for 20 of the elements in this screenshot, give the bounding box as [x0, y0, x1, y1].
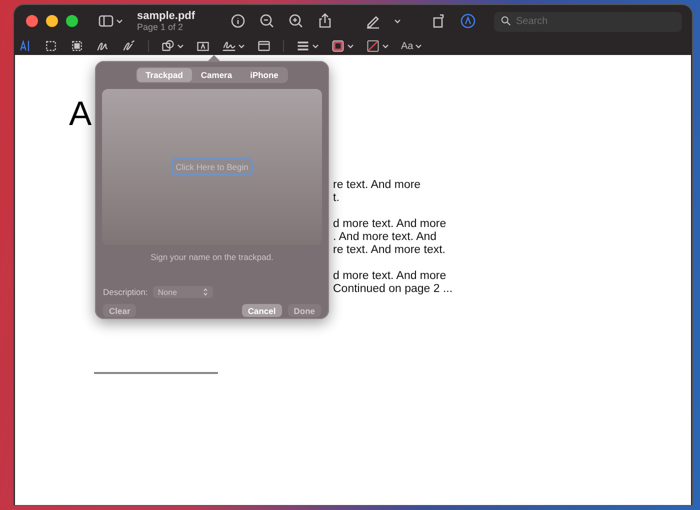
page-heading: A — [69, 95, 92, 134]
body-text: t. — [333, 192, 340, 204]
body-text: re text. And more text. — [333, 244, 446, 256]
segment-tab[interactable]: Trackpad — [136, 68, 192, 82]
body-text: Continued on page 2 ... — [333, 283, 453, 295]
cancel-button[interactable]: Cancel — [242, 304, 282, 317]
search-field[interactable]: Search — [494, 12, 682, 32]
window-title: sample.pdf — [137, 10, 196, 22]
body-text: d more text. And more — [333, 270, 446, 282]
body-text: d more text. And more — [333, 218, 446, 230]
description-label: Description: — [103, 287, 148, 297]
segment-tab[interactable]: Camera — [192, 68, 242, 82]
body-text: . And more text. And — [333, 231, 437, 243]
font-button[interactable]: Aa — [401, 40, 414, 52]
body-text: re text. And more — [333, 179, 421, 191]
hint-text: Sign your name on the trackpad. — [150, 252, 274, 262]
segment-tab[interactable]: iPhone — [241, 68, 288, 82]
page-indicator: Page 1 of 2 — [137, 22, 184, 32]
begin-button[interactable]: Click Here to Begin — [170, 158, 254, 176]
description-dropdown[interactable]: None — [152, 286, 213, 298]
